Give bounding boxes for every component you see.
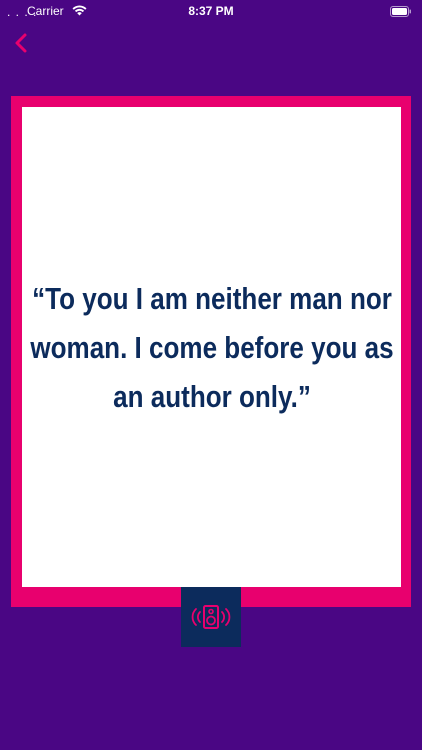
battery-icon [390, 6, 411, 17]
status-time: 8:37 PM [188, 4, 234, 18]
quote-text: “To you I am neither man nor woman. I co… [29, 280, 394, 414]
chevron-left-icon [15, 33, 27, 53]
quote-card: “To you I am neither man nor woman. I co… [22, 107, 401, 587]
status-bar: . . . . Carrier 8:37 PM [0, 0, 422, 22]
back-button[interactable] [9, 31, 33, 55]
play-audio-button[interactable] [181, 587, 241, 647]
speaker-sound-icon [191, 605, 231, 629]
